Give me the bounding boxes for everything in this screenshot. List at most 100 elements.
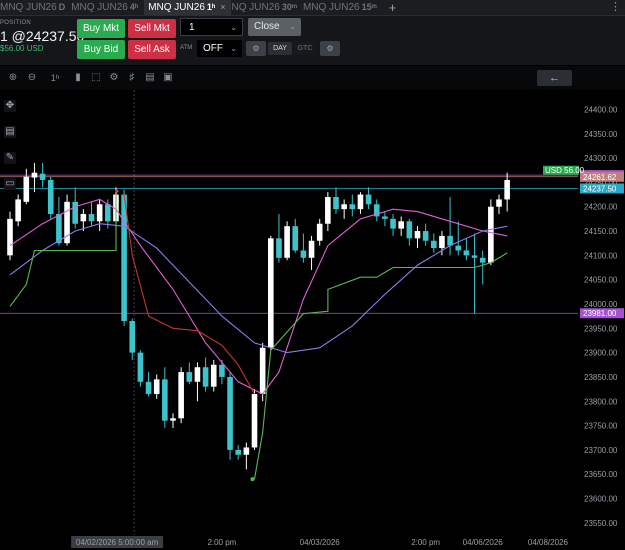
candle-bear <box>422 231 429 241</box>
y-tick-label: 23700.00 <box>584 446 618 455</box>
candle-bear <box>390 218 396 229</box>
candle-bull <box>31 172 38 178</box>
y-tick-label: 24150.00 <box>584 227 618 236</box>
candle-bear <box>349 204 356 210</box>
copy-icon[interactable]: ▤ <box>4 126 16 138</box>
candle-bear <box>105 204 111 222</box>
candle-bull <box>439 235 445 249</box>
x-axis-label: 04/03/2026 <box>300 538 341 547</box>
price-tag-label: 24261.62 <box>583 173 617 182</box>
close-position-select[interactable]: Close ⌄ <box>248 18 301 36</box>
y-tick-label: 24200.00 <box>584 203 618 212</box>
candle-bear <box>365 194 372 205</box>
candle-bear <box>292 226 299 251</box>
tab-chart[interactable]: MNQ JUN26 4ʰ <box>71 0 144 15</box>
sell-ask-button[interactable]: Sell Ask <box>128 40 176 59</box>
candle-bull <box>284 226 290 258</box>
candle-bull <box>7 218 13 256</box>
x-axis-label: 2:00 pm <box>411 538 440 547</box>
tab-label: MNQ JUN26 <box>148 2 205 13</box>
template-icon[interactable]: ▤ <box>143 71 157 85</box>
position-label: POSITION <box>0 20 32 26</box>
x-axis-label: 04/08/2026 <box>528 538 569 547</box>
candle-bear <box>463 250 470 256</box>
candle-bull <box>15 199 21 222</box>
candle-bear <box>186 372 193 382</box>
candle-bear <box>300 250 307 258</box>
candle-bull <box>23 176 30 202</box>
candle-bull <box>496 199 502 207</box>
add-tab-button[interactable]: + <box>383 0 403 15</box>
gear-icon: ⚙ <box>326 44 334 53</box>
close-icon[interactable]: × <box>220 0 225 15</box>
tab-interval: D <box>58 2 66 12</box>
interval-selector[interactable]: 1ʰ <box>46 71 64 85</box>
atm-strategy-select[interactable]: OFF ⌄ <box>197 40 242 57</box>
price-chart[interactable]: 24400.00 24350.00 24300.00 24250.00 24200.00… <box>0 90 625 550</box>
tab-label: MNQ JUN26 <box>0 2 57 13</box>
tab-chart[interactable]: MNQ JUN26 1ʰ × <box>144 0 232 15</box>
zoom-out-icon[interactable]: ⊖ <box>25 71 39 85</box>
y-tick-label: 23550.00 <box>584 519 618 528</box>
chevron-down-icon: ⌄ <box>289 22 296 31</box>
screenshot-icon[interactable]: ▣ <box>161 71 175 85</box>
time-in-force-day[interactable]: DAY <box>268 42 292 55</box>
atm-value: OFF <box>203 43 223 54</box>
candle-bull <box>153 379 160 394</box>
chart-canvas[interactable]: 24400.0024350.0024300.0024250.0024200.00… <box>0 90 625 550</box>
tab-chart[interactable]: MNQ JUN26 15ᵐ <box>303 0 383 15</box>
candle-bear <box>202 367 209 387</box>
candle-bull <box>341 204 347 210</box>
back-button[interactable]: ← <box>537 70 572 86</box>
y-tick-label: 23650.00 <box>584 470 618 479</box>
candle-bear <box>72 201 78 224</box>
crosshair-icon[interactable]: ✥ <box>4 100 16 112</box>
lock-icon[interactable]: ▭ <box>4 178 16 190</box>
buy-bid-button[interactable]: Buy Bid <box>77 40 125 59</box>
candle-bear <box>455 245 462 251</box>
tab-interval: 15ᵐ <box>361 2 377 12</box>
trail-stop-green-2 <box>253 252 508 480</box>
candle-bear <box>406 221 413 239</box>
order-settings-button[interactable]: ⚙ <box>320 41 340 56</box>
candle-bear <box>333 196 339 210</box>
indicators-icon[interactable]: ♯ <box>125 71 139 85</box>
atm-settings-button[interactable]: ⚙ <box>246 41 266 56</box>
tab-chart[interactable]: MNQ JUN26 D <box>0 0 71 15</box>
time-in-force-gtc[interactable]: GTC <box>294 42 316 55</box>
sell-market-button[interactable]: Sell Mkt <box>128 19 176 38</box>
candle-bull <box>308 240 315 258</box>
candle-bear <box>276 238 282 258</box>
y-tick-label: 23750.00 <box>584 422 618 431</box>
candle-bull <box>194 367 201 382</box>
candle-bull <box>96 204 103 222</box>
settings-icon[interactable]: ⚙ <box>107 71 121 85</box>
candle-bull <box>268 238 274 348</box>
y-tick-label: 23800.00 <box>584 397 618 406</box>
bar-chart-icon[interactable]: ▮ <box>71 71 85 85</box>
buy-market-button[interactable]: Buy Mkt <box>77 19 125 38</box>
signal-dot <box>115 189 119 193</box>
quantity-value: 1 <box>189 22 195 33</box>
y-tick-label: 24000.00 <box>584 300 618 309</box>
zoom-in-icon[interactable]: ⊕ <box>6 71 20 85</box>
x-axis-label: 2:00 pm <box>207 538 236 547</box>
tab-chart[interactable]: NQ JUN26 30ᵐ <box>231 0 302 15</box>
y-tick-label: 23950.00 <box>584 324 618 333</box>
candle-bull <box>251 393 258 448</box>
tab-interval: 30ᵐ <box>281 2 297 12</box>
candle-bear <box>227 376 233 450</box>
x-axis-label: 04/06/2026 <box>463 538 504 547</box>
quantity-select[interactable]: 1 ⌄ <box>180 18 243 36</box>
y-tick-label: 24300.00 <box>584 154 618 163</box>
drawing-tools: ✥ ▤ ✎ ▭ <box>0 92 20 202</box>
chevron-down-icon: ⌄ <box>230 44 237 53</box>
candle-bull <box>243 447 250 455</box>
fit-screen-icon[interactable]: ⬚ <box>89 71 103 85</box>
candle-bear <box>129 321 136 353</box>
pencil-icon[interactable]: ✎ <box>4 152 16 164</box>
more-menu-icon[interactable]: ⋮ <box>610 0 621 15</box>
chart-toolbar: ⊕ ⊖ 1ʰ ▮ ⬚ ⚙ ♯ ▤ ▣ ← <box>0 66 625 90</box>
candle-bull <box>504 179 510 200</box>
y-tick-label: 23600.00 <box>584 495 618 504</box>
